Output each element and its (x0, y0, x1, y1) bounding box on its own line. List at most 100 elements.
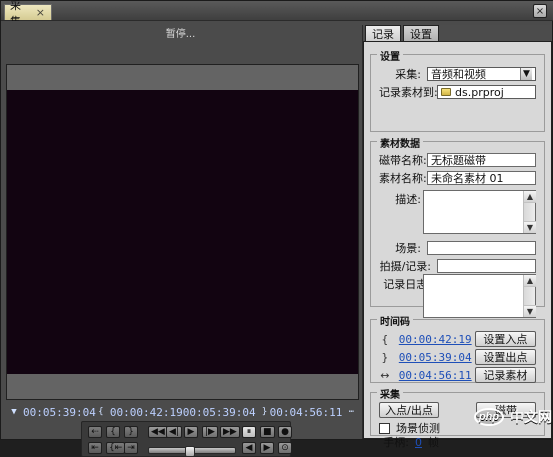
log-clip-label: 记录素材到: (379, 86, 438, 99)
scroll-up-icon[interactable]: ▲ (524, 191, 536, 203)
in-marker-icon: { (98, 407, 104, 417)
frames-label: 帧 (428, 436, 439, 449)
logging-body: 设置 采集: 音频和视频 ▼ 记录素材到: ds.prproj 素材数据 磁带名… (363, 41, 552, 449)
capture-status: 暂停... (165, 28, 196, 40)
tab-logging[interactable]: 记录 (365, 25, 401, 41)
capture-mode-select[interactable]: 音频和视频 ▼ (427, 67, 536, 81)
scene-input[interactable] (427, 241, 536, 255)
close-tab-icon[interactable]: × (35, 7, 46, 19)
clip-data-title: 素材数据 (377, 135, 423, 150)
set-in-button[interactable]: { (106, 426, 120, 438)
log-clip-button[interactable]: 记录素材 (474, 367, 536, 383)
fast-forward-button[interactable]: ▶▶ (220, 426, 240, 438)
close-window-button[interactable]: × (533, 4, 547, 18)
clip-data-group: 素材数据 磁带名称: 无标题磁带 素材名称: 未命名素材 01 描述: ▲ ▼ … (370, 135, 545, 318)
log-clip-target[interactable]: ds.prproj (437, 85, 536, 99)
capture-in-out-button[interactable]: 入点/出点 (379, 402, 439, 418)
in-to-start-button[interactable]: {⇤ (106, 442, 126, 454)
step-forward-button[interactable]: |▶ (202, 426, 218, 438)
scroll-down-icon[interactable]: ▼ (524, 305, 536, 317)
tape-name-label: 磁带名称: (379, 154, 427, 167)
tape-name-row: 磁带名称: 无标题磁带 (379, 152, 536, 168)
capture-title: 采集 (377, 386, 403, 401)
capture-tape-button[interactable]: 磁带 (476, 402, 536, 418)
shot-row: 拍摄/记录: (379, 258, 536, 274)
shuttle-knob[interactable] (185, 446, 195, 457)
duration-icon: ↔ (380, 368, 390, 382)
set-out-button[interactable]: } (124, 426, 138, 438)
out-marker-icon: } (261, 407, 268, 417)
scroll-up-icon[interactable]: ▲ (524, 275, 536, 287)
title-bar: 采集 × × (1, 0, 553, 28)
video-top-band (7, 65, 358, 90)
description-label: 描述: (395, 193, 421, 206)
out-to-end-button[interactable]: ⇥ (124, 442, 138, 454)
tab-settings[interactable]: 设置 (403, 25, 439, 41)
logging-panel: 记录 设置 设置 采集: 音频和视频 ▼ 记录素材到: ds.prproj 素材… (362, 25, 552, 449)
log-notes-textarea[interactable]: ▲ ▼ (423, 274, 536, 318)
duration-row: ↔ 00:04:56:11 记录素材 (379, 366, 536, 384)
in-timecode[interactable]: 00:00:42:19 (399, 333, 472, 346)
timecode-in: { 00:00:42:19 (96, 406, 183, 419)
tab-capture[interactable]: 采集 × (4, 0, 52, 28)
set-in-point-button[interactable]: 设置入点 (474, 331, 536, 347)
play-button[interactable]: ▶ (184, 426, 198, 438)
jog-shuttle-slider[interactable] (148, 446, 236, 457)
transport-controls: ⇠ { } ◀◀ ◀| ▶ |▶ ▶▶ ⏸ ■ ● ⇤ {⇤ ⇥ ◀ ▶ ⊙ (81, 421, 292, 457)
log-clip-value: ds.prproj (441, 86, 504, 99)
pause-button[interactable]: ⏸ (242, 426, 256, 438)
next-frame-button[interactable]: ▶ (260, 442, 274, 454)
timecode-4: 00:04:56:11 (269, 405, 343, 419)
capture-mode-label: 采集: (395, 68, 421, 81)
tape-name-input[interactable]: 无标题磁带 (427, 153, 536, 167)
scene-label: 场景: (395, 242, 421, 255)
folder-icon (441, 88, 451, 96)
shot-label: 拍摄/记录: (379, 260, 431, 273)
capture-group: 采集 入点/出点 磁带 场景侦测 手柄: 0 帧 (370, 386, 545, 449)
log-clip-row: 记录素材到: ds.prproj (379, 84, 536, 100)
duration-timecode[interactable]: 00:04:56:11 (399, 369, 472, 382)
right-tabs: 记录 设置 (363, 25, 552, 41)
handles-label: 手柄: (383, 436, 409, 449)
record-button[interactable]: ● (278, 426, 292, 438)
log-notes-scrollbar[interactable]: ▲ ▼ (523, 275, 536, 317)
stop-button[interactable]: ■ (260, 426, 275, 438)
prev-frame-button[interactable]: ◀ (242, 442, 256, 454)
clip-name-label: 素材名称: (379, 172, 427, 185)
capture-mode-value: 音频和视频 (431, 68, 486, 81)
timecode-2: 00:00:42:19 (109, 405, 183, 419)
handles-value[interactable]: 0 (415, 436, 422, 449)
in-point-icon: { (381, 332, 389, 346)
scene-detect-button[interactable]: ⊙ (278, 442, 292, 454)
out-point-icon: } (381, 350, 389, 364)
set-out-point-button[interactable]: 设置出点 (474, 349, 536, 365)
in-timecode-row: { 00:00:42:19 设置入点 (379, 330, 536, 348)
timecode-group: 时间码 { 00:00:42:19 设置入点 } 00:05:39:04 设置出… (370, 313, 545, 384)
video-bottom-band (7, 374, 358, 399)
capture-mode-row: 采集: 音频和视频 ▼ (379, 66, 536, 82)
description-scrollbar[interactable]: ▲ ▼ (523, 191, 536, 233)
duration-icon: ⋯ (348, 407, 355, 417)
in-point-icon: ▼ (11, 407, 17, 417)
capture-window: 采集 × × 暂停... ▼ 00:05:39:04 { 00:00:42:19… (0, 0, 553, 457)
step-back-button[interactable]: ◀| (166, 426, 182, 438)
scene-detect-checkbox[interactable] (379, 422, 390, 434)
timecode-title: 时间码 (377, 313, 413, 328)
description-textarea[interactable]: ▲ ▼ (423, 190, 536, 234)
video-frame (6, 64, 359, 400)
go-to-start-button[interactable]: ⇤ (88, 442, 102, 454)
out-timecode[interactable]: 00:05:39:04 (399, 351, 472, 364)
go-to-in-button[interactable]: ⇠ (88, 426, 102, 438)
shot-input[interactable] (437, 259, 536, 273)
scroll-down-icon[interactable]: ▼ (524, 221, 536, 233)
scene-row: 场景: (379, 240, 536, 256)
chevron-down-icon: ▼ (520, 68, 532, 80)
settings-title: 设置 (377, 48, 403, 63)
settings-group: 设置 采集: 音频和视频 ▼ 记录素材到: ds.prproj (370, 48, 545, 132)
log-clip-filename: ds.prproj (455, 85, 504, 99)
timecode-1: 00:05:39:04 (23, 405, 96, 419)
rewind-button[interactable]: ◀◀ (148, 426, 168, 438)
timecode-out: 00:05:39:04 } (183, 406, 270, 419)
timecode-current: ▼ 00:05:39:04 (9, 406, 96, 419)
clip-name-input[interactable]: 未命名素材 01 (427, 171, 536, 185)
